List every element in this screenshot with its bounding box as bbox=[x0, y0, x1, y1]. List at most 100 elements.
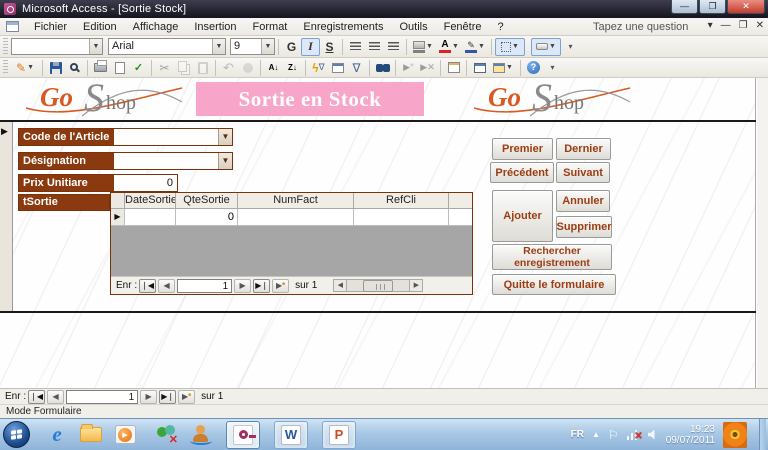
menu-outils[interactable]: Outils bbox=[391, 19, 435, 35]
apply-filter-button[interactable]: ∇ bbox=[347, 59, 366, 77]
file-search-button[interactable] bbox=[65, 59, 84, 77]
menu-enregistrements[interactable]: Enregistrements bbox=[295, 19, 391, 35]
menu-insertion[interactable]: Insertion bbox=[186, 19, 244, 35]
precedent-button[interactable]: Précédent bbox=[490, 162, 554, 183]
view-design-button[interactable]: ✎▼ bbox=[11, 59, 39, 77]
col-numfact[interactable]: NumFact bbox=[238, 193, 354, 209]
header-selector-cell[interactable] bbox=[111, 193, 125, 209]
filter-by-selection-button[interactable]: ϟ∇ bbox=[309, 59, 328, 77]
last-record-button[interactable]: ▶❘ bbox=[159, 390, 176, 404]
new-record-button[interactable]: ▶* bbox=[178, 390, 195, 404]
designation-combo[interactable]: ▼ bbox=[114, 153, 232, 169]
align-center-icon[interactable] bbox=[365, 38, 384, 56]
cell-refcli[interactable] bbox=[354, 209, 449, 226]
underline-button[interactable]: S bbox=[320, 38, 339, 56]
toolbar-grip[interactable] bbox=[3, 60, 8, 75]
taskbar-word-button[interactable]: W bbox=[274, 421, 308, 449]
taskbar-communicator-icon[interactable] bbox=[184, 421, 218, 449]
menu-edition[interactable]: Edition bbox=[75, 19, 125, 35]
menu-affichage[interactable]: Affichage bbox=[125, 19, 187, 35]
taskbar-access-button[interactable] bbox=[226, 421, 260, 449]
dernier-button[interactable]: Dernier bbox=[556, 138, 611, 160]
bold-button[interactable]: G bbox=[282, 38, 301, 56]
taskbar-messenger-icon[interactable]: ✕ bbox=[150, 421, 184, 449]
maximize-button[interactable]: ❐ bbox=[699, 0, 726, 14]
cut-button[interactable]: ✂ bbox=[155, 59, 174, 77]
print-preview-button[interactable] bbox=[110, 59, 129, 77]
scroll-track[interactable] bbox=[347, 279, 409, 292]
annuler-button[interactable]: Annuler bbox=[556, 190, 610, 212]
ask-dropdown-icon[interactable]: ▾ bbox=[708, 20, 713, 31]
close-button[interactable]: ✕ bbox=[727, 0, 765, 14]
font-size-combo[interactable]: 9▼ bbox=[230, 38, 275, 55]
combo-arrow-icon[interactable]: ▼ bbox=[89, 39, 102, 54]
font-name-combo[interactable]: Arial▼ bbox=[108, 38, 226, 55]
ajouter-button[interactable]: Ajouter bbox=[492, 190, 553, 242]
align-left-icon[interactable] bbox=[346, 38, 365, 56]
undo-button[interactable]: ↶ bbox=[219, 59, 238, 77]
first-record-button[interactable]: ❘◀ bbox=[139, 279, 156, 293]
subform-hscrollbar[interactable]: ◀ ▶ bbox=[333, 279, 423, 292]
ask-question-input[interactable]: Tapez une question bbox=[590, 20, 702, 34]
special-effect-button[interactable]: ▼ bbox=[531, 38, 561, 56]
new-record-button[interactable]: ▶* bbox=[399, 59, 418, 77]
cell-datesortie[interactable] bbox=[125, 209, 176, 226]
combo-arrow-icon[interactable]: ▼ bbox=[218, 153, 232, 169]
line-border-button[interactable]: ▼ bbox=[495, 38, 525, 56]
scroll-right-icon[interactable]: ▶ bbox=[409, 279, 423, 292]
combo-arrow-icon[interactable]: ▼ bbox=[261, 39, 274, 54]
align-right-icon[interactable] bbox=[384, 38, 403, 56]
previous-record-button[interactable]: ◀ bbox=[47, 390, 64, 404]
previous-record-button[interactable]: ◀ bbox=[158, 279, 175, 293]
properties-button[interactable] bbox=[444, 59, 463, 77]
next-record-button[interactable]: ▶ bbox=[234, 279, 251, 293]
suivant-button[interactable]: Suivant bbox=[556, 162, 610, 183]
first-record-button[interactable]: ❘◀ bbox=[28, 390, 45, 404]
row-selector-cell[interactable]: ▶ bbox=[111, 209, 125, 226]
menu-help[interactable]: ? bbox=[490, 19, 512, 35]
combo-arrow-icon[interactable]: ▼ bbox=[218, 129, 232, 145]
cell-numfact[interactable] bbox=[238, 209, 354, 226]
sort-ascending-button[interactable]: A↓ bbox=[264, 59, 283, 77]
form-system-icon[interactable] bbox=[6, 21, 19, 32]
taskbar-mediaplayer-icon[interactable]: ▶ bbox=[108, 421, 142, 449]
current-record-input[interactable]: 1 bbox=[66, 390, 138, 404]
filter-by-form-button[interactable] bbox=[328, 59, 347, 77]
hidden-icons-icon[interactable]: ▲ bbox=[592, 430, 600, 439]
line-color-button[interactable]: ✎▼ bbox=[462, 38, 488, 56]
col-datesortie[interactable]: DateSortie bbox=[125, 193, 176, 209]
record-selector-bar[interactable] bbox=[0, 122, 13, 312]
mdi-minimize-button[interactable]: — bbox=[721, 20, 731, 31]
find-button[interactable] bbox=[373, 59, 392, 77]
action-center-flag-icon[interactable]: ⚐ bbox=[608, 428, 619, 442]
menu-fichier[interactable]: Fichier bbox=[26, 19, 75, 35]
current-record-input[interactable]: 1 bbox=[177, 279, 232, 293]
font-color-button[interactable]: A▼ bbox=[436, 38, 462, 56]
delete-record-button[interactable]: ▶✕ bbox=[418, 59, 437, 77]
network-status-icon[interactable]: ✕ bbox=[627, 429, 640, 440]
office-clipboard-button[interactable] bbox=[238, 59, 257, 77]
toolbar-grip[interactable] bbox=[3, 38, 8, 55]
sort-descending-button[interactable]: Z↓ bbox=[283, 59, 302, 77]
prix-unitaire-input[interactable]: 0 bbox=[114, 175, 177, 191]
new-object-button[interactable]: ▼ bbox=[489, 59, 517, 77]
combo-arrow-icon[interactable]: ▼ bbox=[212, 39, 225, 54]
taskbar-powerpoint-button[interactable]: P bbox=[322, 421, 356, 449]
save-button[interactable] bbox=[46, 59, 65, 77]
volume-icon[interactable] bbox=[648, 430, 658, 440]
premier-button[interactable]: Premier bbox=[492, 138, 553, 160]
start-button[interactable] bbox=[3, 421, 30, 448]
minimize-button[interactable]: — bbox=[671, 0, 698, 14]
last-record-button[interactable]: ▶❘ bbox=[253, 279, 270, 293]
show-desktop-button[interactable] bbox=[759, 419, 766, 450]
code-article-combo[interactable]: ▼ bbox=[114, 129, 232, 145]
clock[interactable]: 19:23 09/07/2011 bbox=[666, 424, 715, 446]
copy-button[interactable] bbox=[174, 59, 193, 77]
database-window-button[interactable] bbox=[470, 59, 489, 77]
supprimer-button[interactable]: Supprimer bbox=[556, 216, 612, 238]
menu-format[interactable]: Format bbox=[245, 19, 296, 35]
object-selector-combo[interactable]: ▼ bbox=[11, 38, 103, 55]
menu-fenetre[interactable]: Fenêtre bbox=[436, 19, 490, 35]
col-refcli[interactable]: RefCli bbox=[354, 193, 449, 209]
next-record-button[interactable]: ▶ bbox=[140, 390, 157, 404]
